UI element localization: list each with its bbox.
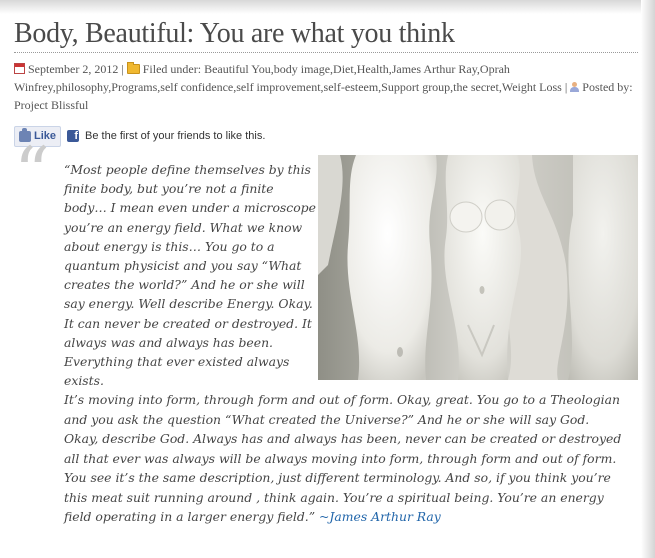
filed-under-label: Filed under: (142, 62, 202, 76)
quote-paragraph-2: It’s moving into form, through form and … (64, 390, 624, 527)
post-author[interactable]: Project Blissful (14, 98, 88, 112)
quote-mark-icon: “ (14, 132, 50, 214)
folder-icon (126, 62, 140, 74)
right-shadow (641, 0, 655, 558)
top-shadow (0, 0, 655, 14)
facebook-icon: f (67, 130, 80, 142)
post-title[interactable]: Body, Beautiful: You are what you think (14, 18, 455, 50)
attribution-link[interactable]: ~James Arthur Ray (319, 509, 441, 524)
quote-paragraph-1: “Most people define themselves by this f… (64, 162, 316, 389)
mannequin-photo (318, 155, 638, 380)
like-text: Be the first of your friends to like thi… (85, 130, 266, 142)
author-icon (570, 82, 580, 92)
facebook-like-bar: Like f Be the first of your friends to l… (14, 125, 265, 147)
calendar-icon (14, 63, 25, 74)
quote-paragraph-2-text: It’s moving into form, through form and … (64, 392, 622, 524)
post-date: September 2, 2012 (28, 62, 119, 76)
title-divider (14, 52, 638, 53)
post-meta: September 2, 2012 | Filed under: Beautif… (14, 62, 633, 112)
posted-by-label: Posted by: (582, 80, 633, 94)
mannequin-illustration (318, 155, 638, 380)
